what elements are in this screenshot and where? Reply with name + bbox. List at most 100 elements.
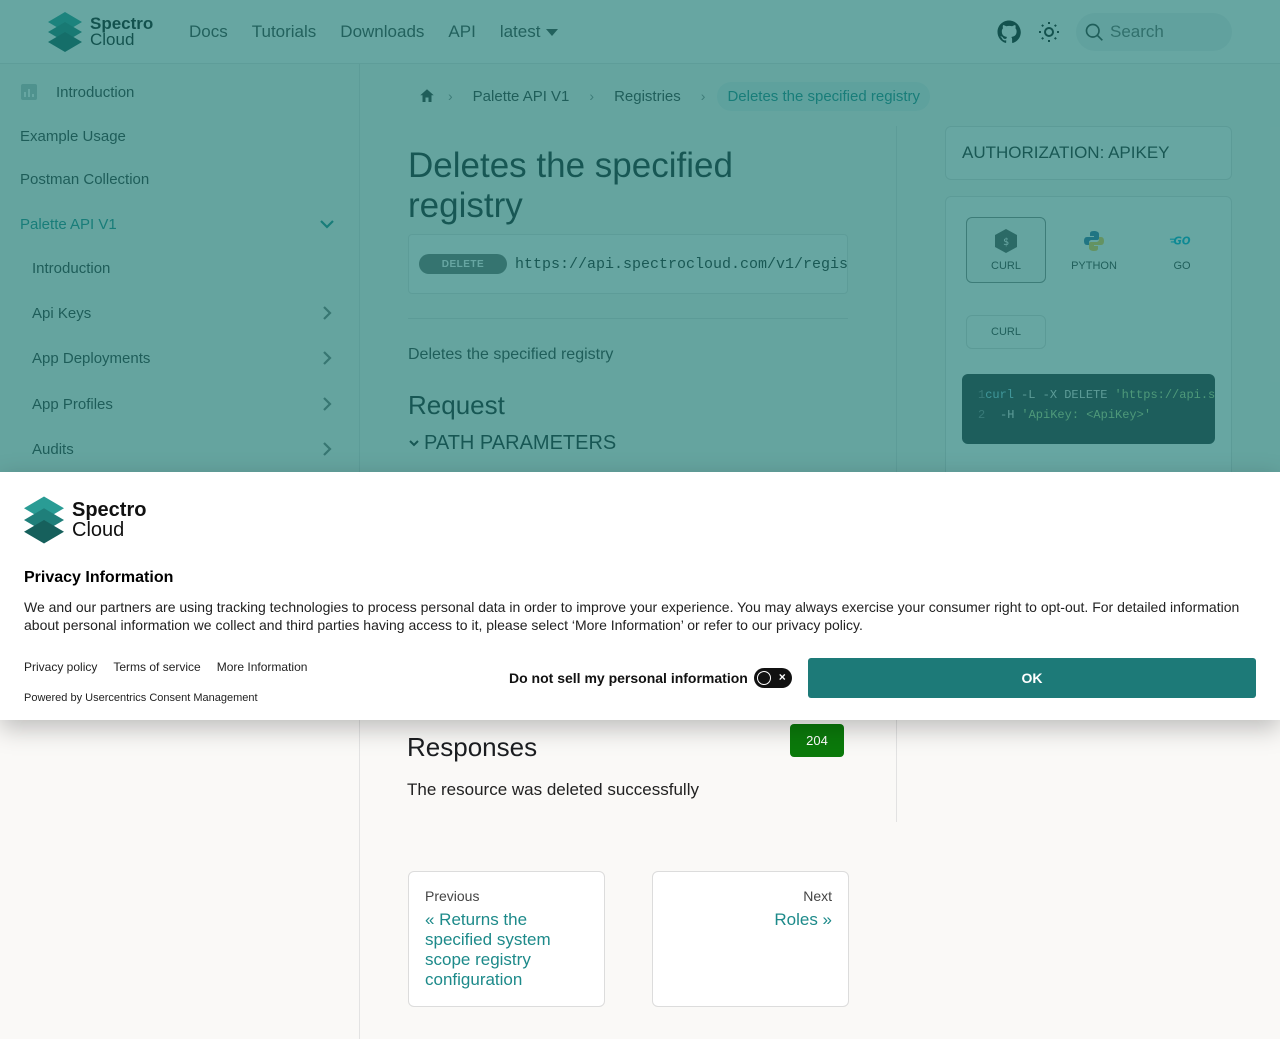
sidebar-item-example-usage[interactable]: Example Usage xyxy=(0,116,359,156)
sidebar-item-app-profiles[interactable]: App Profiles xyxy=(0,384,359,424)
sidebar-item-postman-collection[interactable]: Postman Collection xyxy=(0,159,359,199)
breadcrumb: › Palette API V1 › Registries › Deletes … xyxy=(408,80,934,112)
pager-next[interactable]: Next Roles » xyxy=(652,871,849,1007)
page-title: Deletes the specified registry xyxy=(408,146,733,225)
search-box[interactable] xyxy=(1076,13,1232,51)
code-block[interactable]: 1 curl -L -X DELETE 'https://api.spectro… xyxy=(962,374,1215,444)
chevron-right-icon[interactable] xyxy=(319,305,335,321)
search-icon xyxy=(1085,23,1103,41)
tab-go[interactable]: GO GO xyxy=(1142,217,1222,283)
do-not-sell-control: Do not sell my personal information × xyxy=(509,668,792,688)
sidebar-item-label: App Profiles xyxy=(32,395,113,413)
sidebar-item-api-introduction[interactable]: Introduction xyxy=(0,248,359,288)
sidebar-item-label: Api Keys xyxy=(32,304,92,322)
chevron-right-icon[interactable] xyxy=(319,396,335,412)
svg-text:$: $ xyxy=(1003,237,1009,248)
consent-body: We and our partners are using tracking t… xyxy=(24,599,1240,633)
spectro-logo-icon xyxy=(24,496,64,544)
sidebar-item-label: Audits xyxy=(32,440,74,458)
tab-go-label: GO xyxy=(1173,260,1191,272)
nav-link-docs[interactable]: Docs xyxy=(189,22,228,42)
pager-previous[interactable]: Previous « Returns the specified system … xyxy=(408,871,605,1007)
breadcrumb-separator-icon: › xyxy=(448,88,453,104)
sidebar-item-api-keys[interactable]: Api Keys xyxy=(0,293,359,333)
document-icon xyxy=(21,84,37,100)
path-parameters-heading: PATH PARAMETERS xyxy=(424,432,617,454)
sidebar-item-label: Introduction xyxy=(56,83,135,101)
consent-title: Privacy Information xyxy=(24,569,174,586)
python-icon xyxy=(1081,228,1107,254)
sidebar-item-audits[interactable]: Audits xyxy=(0,429,359,469)
code-string: 'ApiKey: <ApiKey>' xyxy=(1021,408,1152,422)
line-number: 1 xyxy=(978,388,986,402)
home-icon[interactable] xyxy=(418,87,436,105)
do-not-sell-label: Do not sell my personal information xyxy=(509,670,748,686)
logo-text: Spectro Cloud xyxy=(90,15,153,49)
consent-links: Privacy policy Terms of service More Inf… xyxy=(24,660,323,674)
sidebar-item-introduction[interactable]: Introduction xyxy=(0,72,359,112)
code-command: curl xyxy=(985,388,1015,402)
consent-banner: Spectro Cloud Privacy Information We and… xyxy=(0,472,1280,720)
nav-link-tutorials[interactable]: Tutorials xyxy=(252,22,317,42)
curl-icon: $ xyxy=(993,228,1019,254)
logo-line2: Cloud xyxy=(72,519,125,541)
version-dropdown[interactable]: latest xyxy=(500,22,559,42)
breadcrumb-palette-api[interactable]: Palette API V1 xyxy=(465,82,578,111)
path-parameters-toggle[interactable]: PATH PARAMETERS xyxy=(408,432,616,455)
version-label: latest xyxy=(499,22,541,41)
go-icon: GO xyxy=(1169,228,1195,254)
nav-right xyxy=(996,0,1232,64)
sidebar-item-palette-api-v1[interactable]: Palette API V1 xyxy=(0,204,359,244)
nav-link-downloads[interactable]: Downloads xyxy=(340,22,424,42)
breadcrumb-registries[interactable]: Registries xyxy=(606,82,689,111)
do-not-sell-toggle[interactable]: × xyxy=(753,668,792,688)
response-description: The resource was deleted successfully xyxy=(407,780,699,799)
sidebar-item-label: Introduction xyxy=(32,259,111,277)
tab-curl[interactable]: $ CURL xyxy=(966,217,1046,283)
chevron-right-icon[interactable] xyxy=(319,441,335,457)
divider xyxy=(408,318,848,319)
top-navbar: Spectro Cloud Docs Tutorials Downloads A… xyxy=(0,0,1280,64)
nav-link-api[interactable]: API xyxy=(448,22,475,42)
chevron-down-icon[interactable] xyxy=(319,216,335,232)
tab-python-label: PYTHON xyxy=(1071,260,1117,272)
chevron-down-icon xyxy=(409,439,419,446)
sidebar-item-app-deployments[interactable]: App Deployments xyxy=(0,338,359,378)
github-icon[interactable] xyxy=(996,19,1022,45)
breadcrumb-separator-icon: › xyxy=(700,88,706,104)
code-samples-panel: $ CURL PYTHON GO GO CURL 1 curl -L -X DE… xyxy=(945,196,1232,496)
spectro-logo-icon xyxy=(48,12,82,52)
sub-tab-curl[interactable]: CURL xyxy=(966,315,1046,349)
brand-logo[interactable]: Spectro Cloud xyxy=(48,12,153,52)
consent-powered-by: Powered by Usercentrics Consent Manageme… xyxy=(24,692,258,704)
code-args: -H xyxy=(1000,408,1015,422)
line-number: 2 xyxy=(978,408,986,422)
code-line: 1 curl -L -X DELETE 'https://api.spectro… xyxy=(978,388,1215,408)
breadcrumb-separator-icon: › xyxy=(589,88,595,104)
chevron-right-icon[interactable] xyxy=(319,350,335,366)
privacy-policy-link[interactable]: Privacy policy xyxy=(24,660,97,674)
method-badge: DELETE xyxy=(419,254,507,274)
pager-next-label: Roles » xyxy=(774,910,832,929)
pager-previous-label: « Returns the specified system scope reg… xyxy=(425,910,551,989)
authorization-box[interactable]: AUTHORIZATION: APIKEY xyxy=(945,126,1232,180)
ok-button[interactable]: OK xyxy=(808,658,1256,698)
code-string: 'https://api.spectrocloud.com/v1/registr… xyxy=(1114,388,1215,402)
svg-text:GO: GO xyxy=(1173,237,1190,248)
search-input[interactable] xyxy=(1110,22,1220,42)
logo-line2: Cloud xyxy=(90,30,135,49)
sidebar-item-label: App Deployments xyxy=(32,349,151,367)
sidebar-item-label: Postman Collection xyxy=(20,170,150,188)
sun-icon[interactable] xyxy=(1036,19,1062,45)
responses-heading: Responses xyxy=(407,732,538,762)
logo-line1: Spectro xyxy=(72,499,147,521)
status-badge[interactable]: 204 xyxy=(790,724,844,757)
consent-logo: Spectro Cloud xyxy=(24,496,146,544)
more-information-link[interactable]: More Information xyxy=(217,660,308,674)
logo-text: Spectro Cloud xyxy=(72,500,146,540)
terms-of-service-link[interactable]: Terms of service xyxy=(113,660,200,674)
toggle-knob xyxy=(756,671,771,685)
sidebar-item-label: Palette API V1 xyxy=(20,215,117,233)
pager-next-sub: Next xyxy=(803,888,832,904)
tab-python[interactable]: PYTHON xyxy=(1054,217,1134,283)
